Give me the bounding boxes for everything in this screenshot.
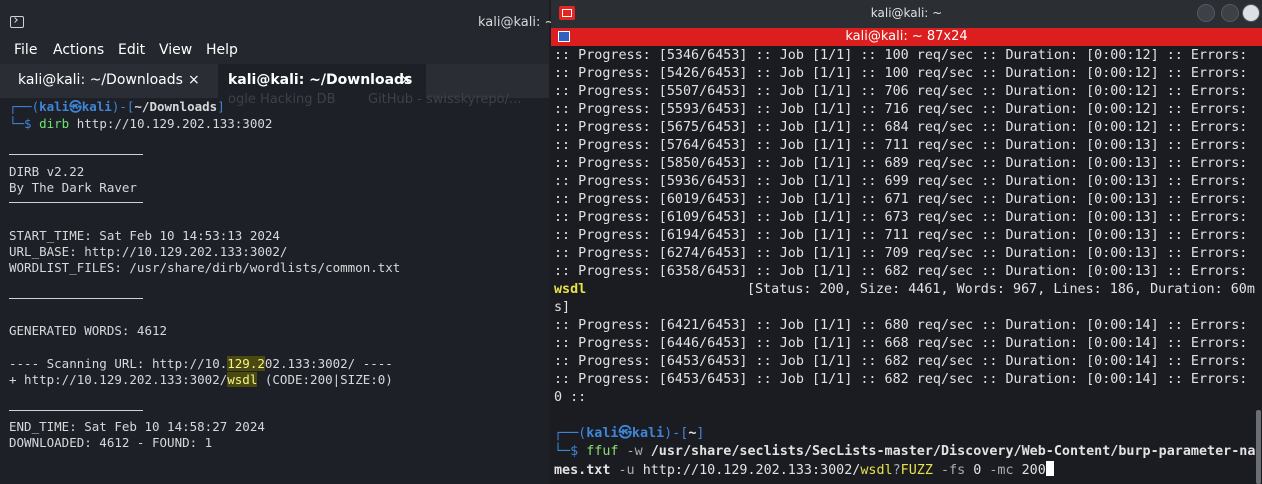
progress-line: :: Progress: [5507/6453] :: Job [1/1] ::… — [554, 84, 1248, 99]
menu-view[interactable]: View — [159, 42, 192, 58]
menu-actions[interactable]: Actions — [53, 42, 104, 58]
right-window-title: kali@kali: ~ — [870, 6, 943, 20]
dirb-author: By The Dark Raver — [9, 180, 137, 195]
terminal-tab-bar: kali@kali: ~ 87x24 — [551, 28, 1262, 46]
minimize-button[interactable] — [1197, 4, 1215, 22]
wordlist-files: WORDLIST_FILES: /usr/share/dirb/wordlist… — [9, 260, 401, 275]
progress-line: :: Progress: [5936/6453] :: Job [1/1] ::… — [554, 174, 1248, 189]
progress-line: :: Progress: [5426/6453] :: Job [1/1] ::… — [554, 66, 1248, 81]
scrollbar[interactable] — [1256, 410, 1261, 484]
result-wrap: s] — [554, 300, 571, 315]
tab-label: kali@kali: ~/Downloads — [18, 72, 183, 88]
progress-line: :: Progress: [5850/6453] :: Job [1/1] ::… — [554, 156, 1248, 171]
tab-label: kali@kali: ~/Downloads — [228, 72, 413, 88]
found-line: + http://10.129.202.133:3002/wsdl (CODE:… — [9, 372, 393, 387]
scanning-url: ---- Scanning URL: http://10.129.202.133… — [9, 356, 393, 371]
result-info: [Status: 200, Size: 4461, Words: 967, Li… — [747, 282, 1255, 297]
progress-line: :: Progress: [5346/6453] :: Job [1/1] ::… — [554, 48, 1248, 63]
menu-edit[interactable]: Edit — [118, 42, 145, 58]
terminal-tab-title: kali@kali: ~ 87x24 — [845, 29, 968, 44]
ghost-text: ogle Hacking DB — [228, 92, 336, 107]
tab-downloads-1[interactable]: kali@kali: ~/Downloads × — [8, 64, 216, 98]
divider — [9, 298, 143, 299]
progress-line: :: Progress: [6019/6453] :: Job [1/1] ::… — [554, 192, 1248, 207]
start-time: START_TIME: Sat Feb 10 14:53:13 2024 — [9, 228, 280, 243]
divider — [9, 154, 143, 155]
result-line: wsdl — [554, 281, 586, 299]
command-line: └─$ dirb http://10.129.202.133:3002 — [9, 116, 273, 131]
end-time: END_TIME: Sat Feb 10 14:58:27 2024 — [9, 419, 265, 434]
ghost-text: GitHub - swisskyrepo/... — [368, 92, 522, 107]
left-terminal-content[interactable]: ogle Hacking DB GitHub - swisskyrepo/...… — [0, 92, 549, 484]
progress-line: :: Progress: [5593/6453] :: Job [1/1] ::… — [554, 102, 1248, 117]
left-terminal-window: kali@kali: ~/D File Actions Edit View He… — [0, 0, 570, 484]
divider — [9, 202, 143, 203]
progress-line: :: Progress: [5675/6453] :: Job [1/1] ::… — [554, 120, 1248, 135]
maximize-button[interactable] — [1221, 4, 1239, 22]
divider — [9, 410, 143, 411]
progress-line: :: Progress: [6274/6453] :: Job [1/1] ::… — [554, 246, 1248, 261]
downloaded: DOWNLOADED: 4612 - FOUND: 1 — [9, 435, 213, 450]
menubar: File Actions Edit View Help — [0, 34, 549, 64]
text-cursor — [1045, 461, 1054, 476]
progress-line: :: Progress: [6453/6453] :: Job [1/1] ::… — [554, 354, 1248, 369]
tab-close-icon[interactable]: × — [188, 72, 200, 88]
left-titlebar: kali@kali: ~/D — [0, 0, 570, 34]
prompt-line: ┌──(kali㉿kali)-[~/Downloads] — [9, 99, 225, 114]
terminal-icon — [10, 16, 24, 28]
progress-line: :: Progress: [6421/6453] :: Job [1/1] ::… — [554, 318, 1248, 333]
right-terminal-window: kali@kali: ~ kali@kali: ~ 87x24 :: Progr… — [551, 0, 1262, 484]
close-button[interactable] — [1242, 4, 1260, 22]
progress-line: :: Progress: [6109/6453] :: Job [1/1] ::… — [554, 210, 1248, 225]
progress-line: :: Progress: [5764/6453] :: Job [1/1] ::… — [554, 138, 1248, 153]
menu-file[interactable]: File — [14, 42, 37, 58]
result-word: wsdl — [554, 282, 587, 297]
command-line: └─$ ffuf -w /usr/share/seclists/SecLists… — [554, 444, 1256, 459]
command-line-wrap: mes.txt -u http://10.129.202.133:3002/ws… — [554, 461, 1054, 480]
errors-tail: 0 :: — [554, 390, 587, 405]
right-titlebar: kali@kali: ~ — [551, 0, 1262, 28]
progress-line: :: Progress: [6446/6453] :: Job [1/1] ::… — [554, 336, 1248, 351]
progress-line: :: Progress: [6453/6453] :: Job [1/1] ::… — [554, 372, 1248, 387]
progress-line: :: Progress: [6194/6453] :: Job [1/1] ::… — [554, 228, 1248, 243]
generated-words: GENERATED WORDS: 4612 — [9, 323, 168, 338]
prompt-line: ┌──(kali㉿kali)-[~] — [554, 426, 705, 441]
tab-close-icon[interactable]: × — [400, 72, 412, 88]
progress-line: :: Progress: [6358/6453] :: Job [1/1] ::… — [554, 264, 1248, 279]
url-base: URL_BASE: http://10.129.202.133:3002/ — [9, 244, 288, 259]
dirb-version: DIRB v2.22 — [9, 164, 85, 179]
menu-help[interactable]: Help — [206, 42, 238, 58]
